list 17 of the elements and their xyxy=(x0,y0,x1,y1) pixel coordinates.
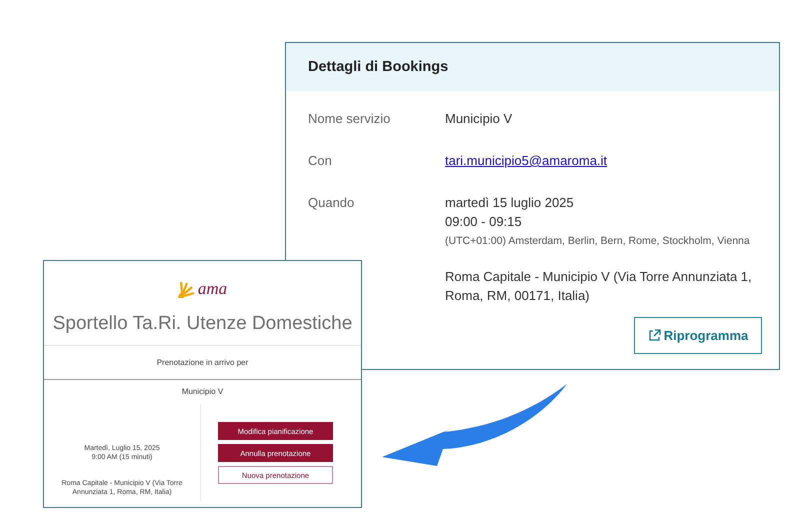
brand-logo-text: ama xyxy=(198,279,228,299)
reschedule-button[interactable]: Riprogramma xyxy=(634,317,762,354)
field-value: martedì 15 luglio 2025 xyxy=(445,194,575,212)
email-link[interactable]: tari.municipio5@amaroma.it xyxy=(445,153,608,168)
card-title: Sportello Ta.Ri. Utenze Domestiche xyxy=(52,313,352,334)
field-value: Roma Capitale - Municipio V (Via Torre Annunziata 1, Roma, RM, 00171, Italia) xyxy=(445,268,753,305)
timezone-note: (UTC+01:00) Amsterdam, Berlin, Bern, Rome, Stockholm, Vienna xyxy=(445,234,751,249)
field-value: 09:00 - 09:15 xyxy=(445,213,523,231)
panel-title: Dettagli di Bookings xyxy=(308,59,448,75)
field-value: Municipio V xyxy=(445,110,514,128)
card-subtitle: Prenotazione in arrivo per xyxy=(156,358,248,367)
external-link-icon xyxy=(648,329,661,342)
field-label: Con xyxy=(308,152,333,170)
service-name: Municipio V xyxy=(182,387,224,396)
sun-rays-icon xyxy=(178,280,195,298)
field-label: Quando xyxy=(308,194,356,212)
field-label: Nome servizio xyxy=(308,110,392,128)
